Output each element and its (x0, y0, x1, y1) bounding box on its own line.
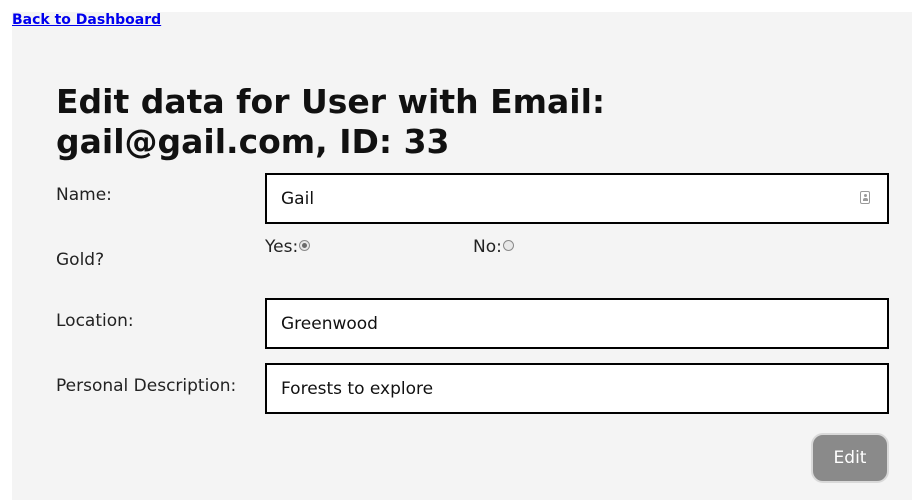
back-to-dashboard-link[interactable]: Back to Dashboard (12, 12, 161, 28)
gold-no-label: No: (473, 237, 502, 257)
gold-no-option[interactable]: No: (473, 237, 514, 257)
description-label: Personal Description: (56, 376, 237, 396)
location-input[interactable] (265, 298, 889, 349)
gold-yes-option[interactable]: Yes: (265, 237, 311, 257)
gold-yes-radio[interactable] (299, 239, 311, 251)
gold-yes-label: Yes: (265, 237, 299, 257)
contact-card-icon-head (863, 194, 867, 197)
contact-card-icon[interactable] (860, 191, 870, 204)
edit-button[interactable]: Edit (811, 433, 889, 483)
gold-no-radio[interactable] (502, 239, 514, 251)
description-input[interactable] (265, 363, 889, 414)
page-title: Edit data for User with Email: gail@gail… (56, 82, 606, 161)
contact-card-icon-body (862, 198, 868, 201)
name-input[interactable] (265, 173, 889, 224)
name-label: Name: (56, 185, 112, 205)
page: Back to Dashboard Edit data for User wit… (0, 0, 912, 500)
location-label: Location: (56, 311, 134, 331)
gold-label: Gold? (56, 250, 105, 270)
